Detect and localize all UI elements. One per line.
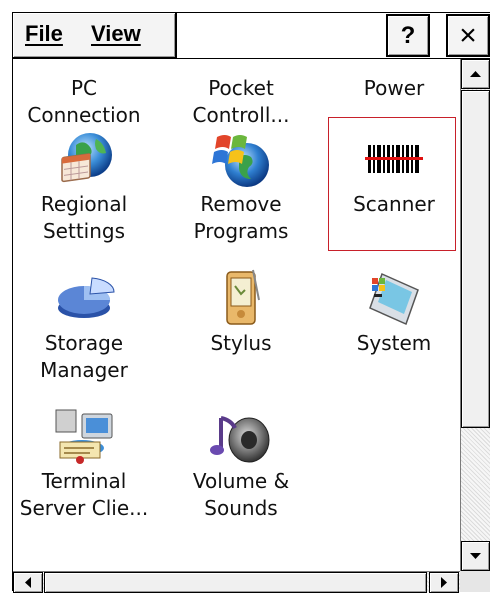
item-regional-settings[interactable]: Regional Settings — [14, 127, 154, 245]
menu-file[interactable]: File — [25, 21, 63, 47]
scrollbar-corner — [460, 571, 490, 592]
item-power[interactable]: Power — [324, 75, 460, 102]
pda-stylus-icon — [209, 266, 273, 330]
item-pocket-controller[interactable]: Pocket Controll... — [171, 75, 311, 129]
arrow-down-icon — [470, 553, 481, 559]
horizontal-scrollbar[interactable] — [13, 571, 460, 593]
item-label: Pocket Controll... — [192, 76, 290, 127]
globe-calendar-icon — [52, 127, 116, 191]
item-label: Remove Programs — [193, 192, 289, 243]
help-icon: ? — [400, 21, 416, 49]
item-label: Regional Settings — [40, 192, 128, 243]
system-pda-icon — [362, 266, 426, 330]
terminal-server-icon — [52, 404, 116, 468]
selection-highlight — [328, 117, 456, 251]
windows-globe-icon — [209, 127, 273, 191]
item-system[interactable]: System — [324, 266, 460, 357]
scroll-down-button[interactable] — [461, 541, 490, 571]
item-label: Volume & Sounds — [192, 469, 290, 520]
scroll-up-button[interactable] — [461, 59, 490, 89]
scroll-right-button[interactable] — [429, 572, 459, 593]
close-icon: × — [459, 18, 477, 52]
item-label: Power — [363, 76, 425, 100]
arrow-left-icon — [25, 577, 31, 588]
arrow-right-icon — [441, 577, 447, 588]
item-volume-sounds[interactable]: Volume & Sounds — [171, 404, 311, 522]
item-terminal-server-client[interactable]: Terminal Server Clie... — [14, 404, 154, 522]
horizontal-scroll-thumb[interactable] — [44, 572, 427, 593]
control-panel-window: File View ? × PC Connection Pocket Contr… — [12, 12, 490, 593]
scroll-thumb[interactable] — [461, 90, 490, 428]
item-label: System — [356, 331, 432, 355]
item-label: Storage Manager — [40, 331, 128, 382]
volume-speaker-icon — [209, 404, 273, 468]
close-button[interactable]: × — [446, 14, 490, 57]
arrow-up-icon — [470, 71, 481, 77]
item-stylus[interactable]: Stylus — [171, 266, 311, 357]
item-remove-programs[interactable]: Remove Programs — [171, 127, 311, 245]
item-label: Terminal Server Clie... — [19, 469, 149, 520]
menu-group: File View — [13, 13, 177, 59]
item-storage-manager[interactable]: Storage Manager — [14, 266, 154, 384]
item-pc-connection[interactable]: PC Connection — [14, 75, 154, 129]
item-label: Stylus — [210, 331, 272, 355]
vertical-scrollbar[interactable] — [460, 59, 490, 571]
icon-view: PC Connection Pocket Controll... Power R… — [13, 59, 460, 579]
storage-pie-icon — [52, 266, 116, 330]
menu-view[interactable]: View — [91, 21, 141, 47]
item-label: PC Connection — [27, 76, 141, 127]
scroll-left-button[interactable] — [13, 572, 43, 593]
menu-bar: File View ? × — [13, 13, 490, 59]
help-button[interactable]: ? — [386, 14, 430, 57]
